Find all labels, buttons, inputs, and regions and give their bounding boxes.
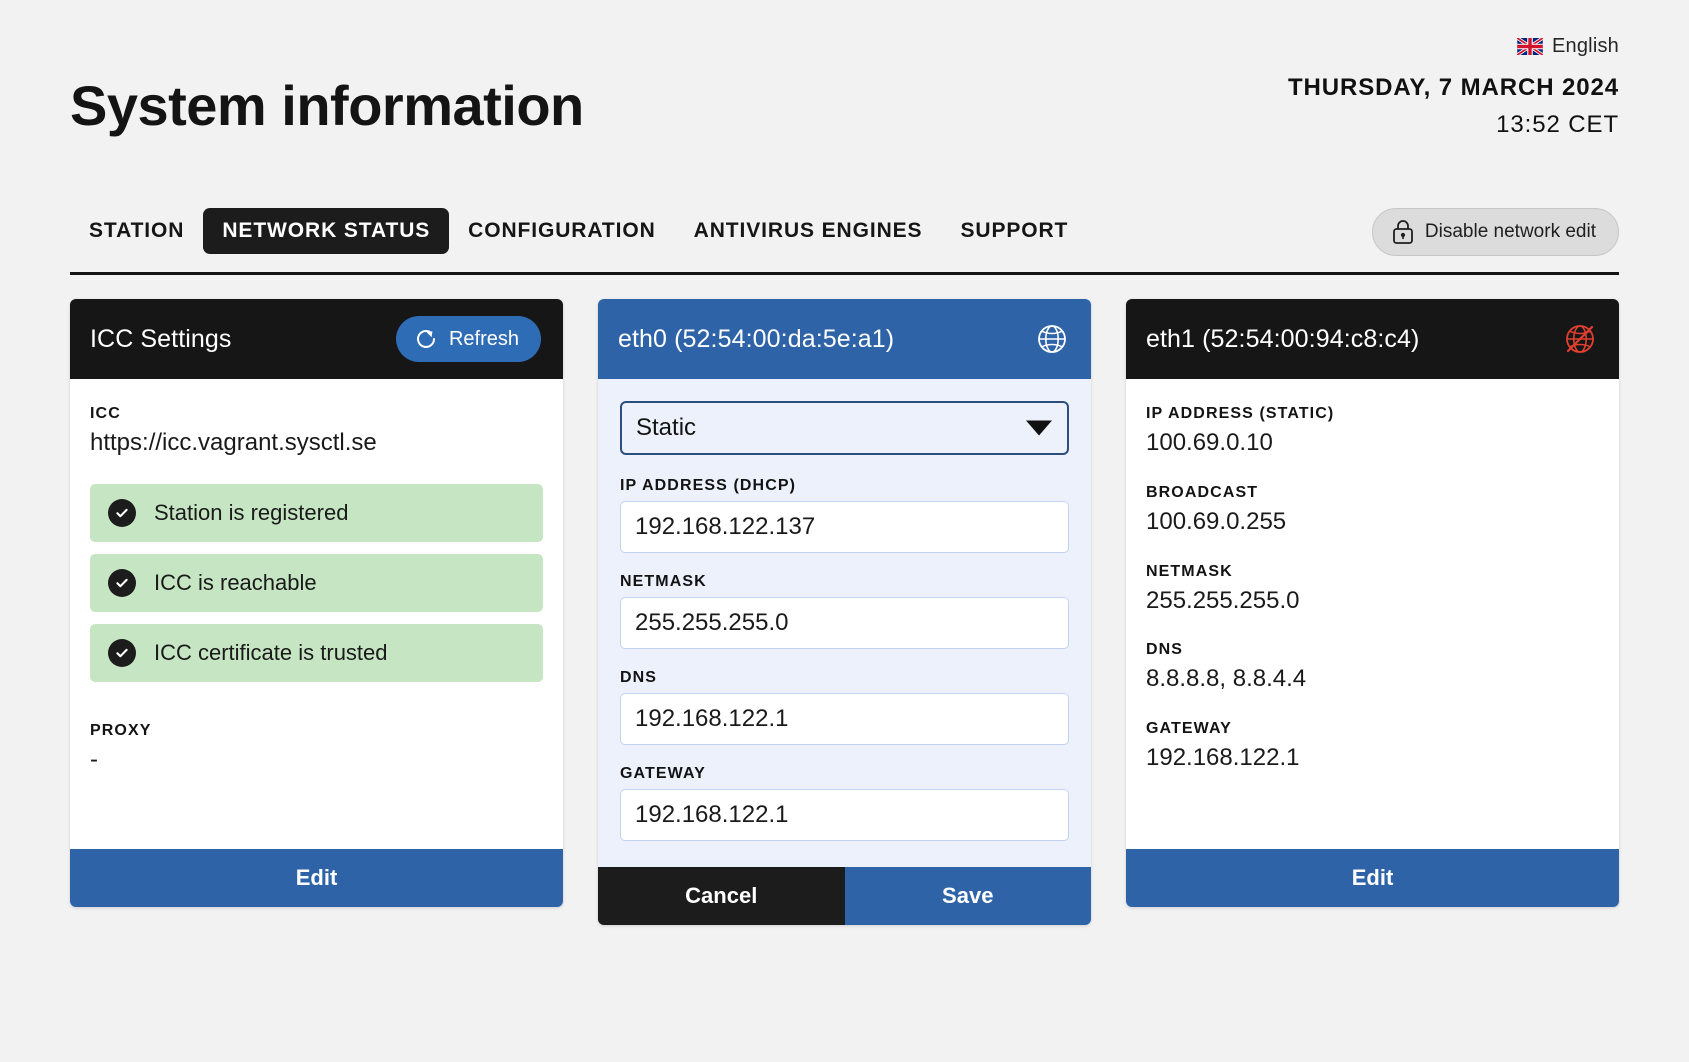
eth1-card: eth1 (52:54:00:94:c8:c4) IP ADDRESS (STA… [1126, 299, 1619, 907]
eth1-card-body: IP ADDRESS (STATIC) 100.69.0.10 BROADCAS… [1126, 379, 1619, 849]
eth0-gateway-label: GATEWAY [620, 765, 706, 782]
check-circle-icon [108, 568, 136, 597]
tab-list: STATION NETWORK STATUS CONFIGURATION ANT… [70, 208, 1087, 254]
header-date: THURSDAY, 7 MARCH 2024 [1287, 74, 1619, 101]
globe-slash-icon [1566, 325, 1594, 353]
eth1-netmask-label: NETMASK [1146, 562, 1233, 580]
lock-icon [1393, 220, 1413, 244]
header-meta: English THURSDAY, 7 MARCH 2024 13:52 CET [1288, 33, 1619, 139]
tab-station[interactable]: STATION [70, 208, 203, 254]
eth0-cancel-button[interactable]: Cancel [598, 867, 845, 925]
eth0-card-body: Static IP ADDRESS (DHCP) NETMASK DNS GAT… [598, 379, 1091, 867]
eth1-card-header: eth1 (52:54:00:94:c8:c4) [1126, 299, 1619, 379]
icc-card-body: ICC https://icc.vagrant.sysctl.se Statio… [70, 379, 563, 849]
eth0-card-footer: Cancel Save [598, 867, 1091, 925]
eth1-ip-value: 100.69.0.10 [1146, 429, 1273, 456]
eth1-gateway-label: GATEWAY [1146, 720, 1232, 738]
eth0-dns-label: DNS [620, 669, 658, 686]
proxy-label: PROXY [90, 721, 152, 739]
icc-settings-card: ICC Settings Refresh ICC https://icc.vag… [70, 299, 563, 907]
main-navigation: STATION NETWORK STATUS CONFIGURATION ANT… [70, 190, 1619, 275]
eth1-gateway-value: 192.168.122.1 [1146, 744, 1300, 772]
eth0-card: eth0 (52:54:00:da:5e:a1) Static IP ADDRE… [598, 299, 1091, 925]
icc-status-list: Station is registered ICC is reachable I… [90, 483, 543, 682]
icc-url-label: ICC [90, 405, 121, 422]
language-selector[interactable]: English [1288, 33, 1619, 59]
eth0-card-header: eth0 (52:54:00:da:5e:a1) [598, 299, 1091, 379]
proxy-value: - [90, 745, 98, 773]
eth1-dns-value: 8.8.8.8, 8.8.4.4 [1146, 665, 1307, 693]
disable-network-edit-label: Disable network edit [1424, 221, 1596, 242]
eth0-mode-select[interactable]: Static [620, 401, 1069, 455]
page-header: System information English THURSDAY, 7 M… [70, 0, 1619, 190]
check-circle-icon [108, 498, 136, 527]
eth1-dns-label: DNS [1146, 641, 1184, 659]
tab-support[interactable]: SUPPORT [941, 208, 1087, 254]
status-label-icc-certificate-trusted: ICC certificate is trusted [154, 639, 388, 665]
status-row-icc-reachable: ICC is reachable [90, 553, 543, 612]
eth1-card-footer: Edit [1126, 849, 1619, 907]
eth0-netmask-label: NETMASK [620, 573, 707, 590]
eth0-dns-input[interactable] [620, 693, 1069, 745]
eth0-mode-select-wrap: Static [620, 401, 1069, 455]
eth1-edit-button[interactable]: Edit [1126, 849, 1619, 907]
header-time: 13:52 CET [1496, 111, 1619, 138]
eth0-save-button[interactable]: Save [844, 867, 1091, 925]
globe-icon [1038, 325, 1066, 353]
tab-configuration[interactable]: CONFIGURATION [449, 208, 674, 254]
status-label-station-registered: Station is registered [154, 499, 349, 525]
icc-edit-button[interactable]: Edit [70, 849, 563, 907]
language-label: English [1552, 34, 1619, 57]
refresh-button[interactable]: Refresh [395, 316, 541, 362]
system-information-page: System information English THURSDAY, 7 M… [0, 0, 1689, 1062]
eth1-card-title: eth1 (52:54:00:94:c8:c4) [1146, 324, 1420, 353]
status-row-icc-certificate-trusted: ICC certificate is trusted [90, 623, 543, 682]
eth1-netmask-value: 255.255.255.0 [1146, 586, 1300, 614]
tab-antivirus-engines[interactable]: ANTIVIRUS ENGINES [675, 208, 942, 254]
proxy-block: PROXY - [90, 722, 543, 775]
icc-url-value: https://icc.vagrant.sysctl.se [90, 429, 377, 456]
check-circle-icon [108, 638, 136, 667]
tab-network-status[interactable]: NETWORK STATUS [203, 208, 450, 254]
eth0-ip-label: IP ADDRESS (DHCP) [620, 477, 797, 494]
eth0-ip-input[interactable] [620, 501, 1069, 553]
icc-card-footer: Edit [70, 849, 563, 907]
eth0-gateway-input[interactable] [620, 789, 1069, 841]
status-label-icc-reachable: ICC is reachable [154, 569, 317, 595]
icc-card-header: ICC Settings Refresh [70, 299, 563, 379]
eth1-broadcast-value: 100.69.0.255 [1146, 507, 1287, 535]
page-title: System information [70, 74, 584, 137]
cards-container: ICC Settings Refresh ICC https://icc.vag… [70, 299, 1619, 925]
eth0-card-title: eth0 (52:54:00:da:5e:a1) [618, 324, 895, 353]
eth0-netmask-input[interactable] [620, 597, 1069, 649]
icc-card-title: ICC Settings [90, 324, 232, 353]
eth1-ip-label: IP ADDRESS (STATIC) [1146, 405, 1335, 422]
refresh-label: Refresh [448, 327, 519, 350]
eth1-broadcast-label: BROADCAST [1146, 483, 1259, 501]
uk-flag-icon [1517, 37, 1543, 55]
disable-network-edit-button[interactable]: Disable network edit [1371, 208, 1619, 256]
status-row-station-registered: Station is registered [90, 483, 543, 542]
refresh-icon [416, 330, 435, 348]
